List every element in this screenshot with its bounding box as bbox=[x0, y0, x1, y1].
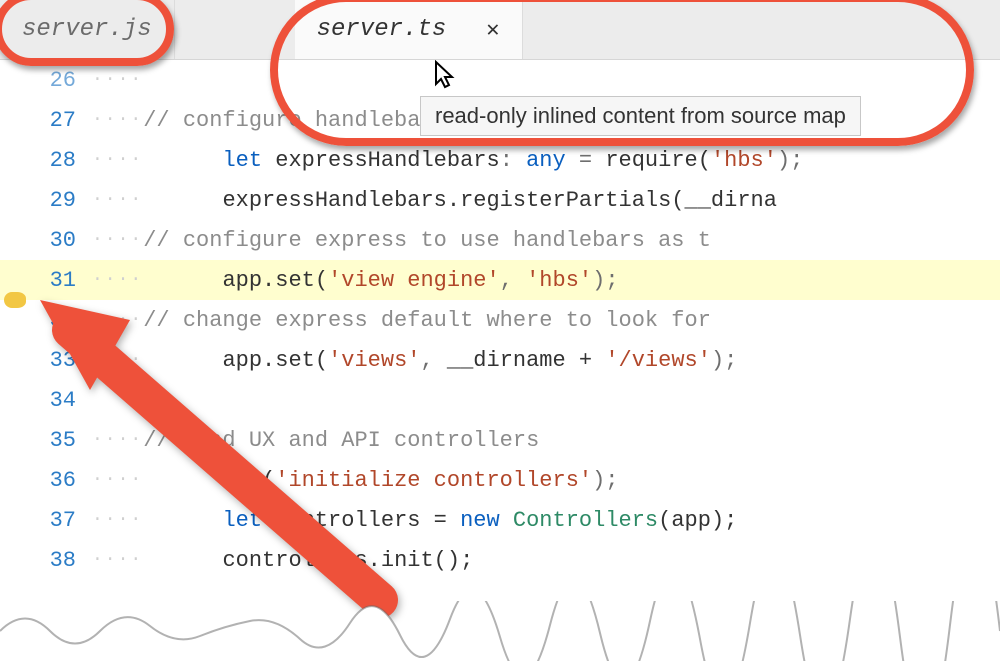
line-number: 37 bbox=[32, 508, 92, 533]
line-number: 31 bbox=[32, 268, 92, 293]
whitespace-indicator: ···· bbox=[92, 350, 143, 370]
line-number: 35 bbox=[32, 428, 92, 453]
line-number: 26 bbox=[32, 68, 92, 93]
whitespace-indicator: ···· bbox=[92, 470, 143, 490]
line-number: 29 bbox=[32, 188, 92, 213]
line-number: 34 bbox=[32, 388, 92, 413]
line-number: 33 bbox=[32, 348, 92, 373]
tab-server-ts[interactable]: server.ts ✕ bbox=[295, 0, 523, 59]
line-number: 30 bbox=[32, 228, 92, 253]
line-number: 38 bbox=[32, 548, 92, 573]
code-line: 26 ···· bbox=[0, 60, 1000, 100]
line-number: 28 bbox=[32, 148, 92, 173]
line-number: 36 bbox=[32, 468, 92, 493]
whitespace-indicator: ···· bbox=[92, 550, 143, 570]
close-icon[interactable]: ✕ bbox=[486, 17, 499, 43]
code-line: 33 ···· app.set('views', __dirname + '/v… bbox=[0, 340, 1000, 380]
whitespace-indicator: ···· bbox=[92, 110, 143, 130]
whitespace-indicator: ···· bbox=[92, 430, 143, 450]
tab-bar: server.js server.ts ✕ bbox=[0, 0, 1000, 60]
tab-label: server.js bbox=[22, 16, 152, 43]
cursor-pointer-icon bbox=[432, 60, 460, 101]
whitespace-indicator: ···· bbox=[92, 190, 143, 210]
code-line: 29 ···· expressHandlebars.registerPartia… bbox=[0, 180, 1000, 220]
whitespace-indicator: ···· bbox=[92, 150, 143, 170]
code-line-highlighted: 31 ···· app.set('view engine', 'hbs'); bbox=[0, 260, 1000, 300]
whitespace-indicator: ···· bbox=[92, 70, 143, 90]
code-editor[interactable]: 26 ···· 27 ···· // configure handlebars … bbox=[0, 60, 1000, 661]
breakpoint-icon[interactable] bbox=[4, 292, 26, 308]
tooltip: read-only inlined content from source ma… bbox=[420, 96, 861, 136]
line-number: 32 bbox=[32, 308, 92, 333]
whitespace-indicator: ···· bbox=[92, 270, 143, 290]
tab-server-js[interactable]: server.js bbox=[0, 0, 175, 59]
line-number: 27 bbox=[32, 108, 92, 133]
tab-label: server.ts bbox=[317, 16, 447, 43]
whitespace-indicator: ···· bbox=[92, 510, 143, 530]
whitespace-indicator: ···· bbox=[92, 310, 143, 330]
whitespace-indicator: ···· bbox=[92, 230, 143, 250]
